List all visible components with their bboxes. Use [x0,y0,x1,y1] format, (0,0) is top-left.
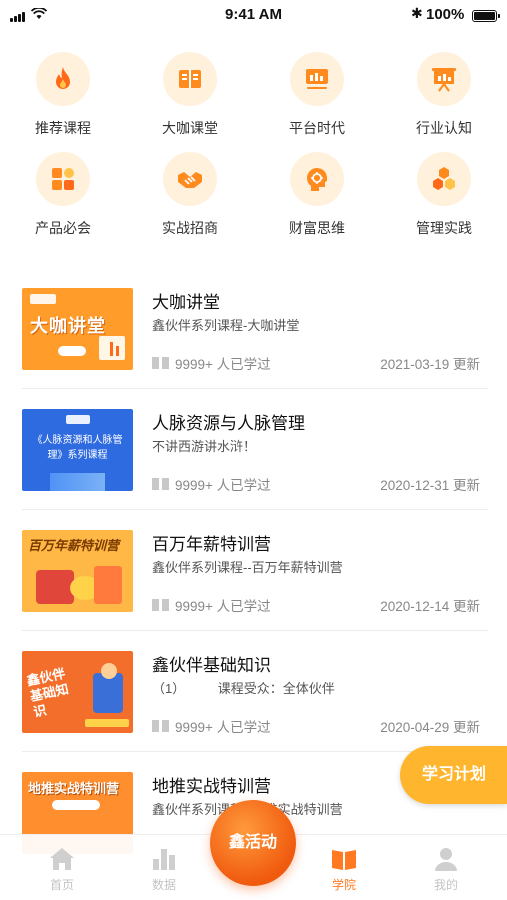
course-title: 大咖讲堂 [152,293,220,312]
course-subtitle: （1） 课程受众：全体伙伴 [152,681,335,696]
course-subtitle: 鑫伙伴系列课程-大咖讲堂 [152,318,300,333]
tab-academy[interactable]: 学院 [304,845,384,893]
status-bar: 9:41 AM ✱ 100% [0,0,507,32]
course-subtitle: 鑫伙伴系列课程--百万年薪特训营 [152,560,343,575]
book-open-icon [152,478,169,490]
hexagon-icon [417,152,471,206]
activity-center-button[interactable]: 鑫活动 [210,800,296,886]
course-item[interactable]: 鑫伙伴基础知识 鑫伙伴基础知识 （1） 课程受众：全体伙伴 9999+ 人已学过… [22,631,488,752]
bar-chart-icon [153,849,175,870]
learner-count-text: 9999+ 人已学过 [175,720,271,735]
tab-label: 首页 [49,878,74,892]
home-icon [50,848,74,870]
update-date: 2020-12-14 更新 [380,599,480,614]
learner-count-text: 9999+ 人已学过 [175,478,271,493]
course-thumbnail: 百万年薪特训营 [22,530,133,612]
tab-data[interactable]: 数据 [124,845,204,893]
course-item[interactable]: 大咖讲堂 大咖讲堂 鑫伙伴系列课程-大咖讲堂 9999+ 人已学过 2021-0… [22,268,488,389]
course-item[interactable]: 《人脉资源和人脉管理》系列课程 人脉资源与人脉管理 不讲西游讲水浒！ 9999+… [22,389,488,510]
learner-count-text: 9999+ 人已学过 [175,599,271,614]
book-open-icon [152,357,169,369]
category-label: 行业认知 [416,120,472,136]
category-label: 产品必会 [35,220,91,236]
category-master-class[interactable]: 大咖课堂 [135,44,245,142]
thumbnail-caption: 地推实战特训营 [28,782,120,797]
update-date: 2020-04-29 更新 [380,720,480,735]
learner-count: 9999+ 人已学过 [152,353,271,373]
category-label: 实战招商 [162,220,218,236]
tab-label: 学院 [331,878,356,892]
book-icon [163,52,217,106]
presentation-icon [417,52,471,106]
learner-count-text: 9999+ 人已学过 [175,357,271,372]
battery-icon [472,10,500,22]
course-thumbnail: 《人脉资源和人脉管理》系列课程 [22,409,133,491]
update-date: 2021-03-19 更新 [380,357,480,372]
category-industry[interactable]: 行业认知 [389,44,499,142]
course-subtitle: 不讲西游讲水浒！ [152,439,257,454]
category-grid: 推荐课程 大咖课堂 平台时代 行业认知 产品必会 实战招商 财富思维 管理实践 [0,44,507,254]
category-label: 大咖课堂 [162,120,218,136]
course-title: 百万年薪特训营 [152,535,271,554]
tab-mine[interactable]: 我的 [406,845,486,893]
handshake-icon [163,152,217,206]
book-open-icon [152,720,169,732]
thumbnail-caption: 百万年薪特训营 [28,539,120,554]
user-icon [435,848,457,871]
tab-label: 我的 [433,878,458,892]
category-management[interactable]: 管理实践 [389,144,499,242]
category-recruiting[interactable]: 实战招商 [135,144,245,242]
category-recommended[interactable]: 推荐课程 [8,44,118,142]
study-plan-button[interactable]: 学习计划 [400,746,507,804]
bluetooth-icon: ✱ [411,6,423,22]
category-label: 推荐课程 [35,120,91,136]
category-wealth-mindset[interactable]: 财富思维 [262,144,372,242]
open-book-icon [332,850,356,870]
category-product[interactable]: 产品必会 [8,144,118,242]
monitor-icon [290,52,344,106]
course-thumbnail: 大咖讲堂 [22,288,133,370]
update-date: 2020-12-31 更新 [380,478,480,493]
learner-count: 9999+ 人已学过 [152,474,271,494]
course-title: 鑫伙伴基础知识 [152,656,271,675]
thumbnail-caption: 《人脉资源和人脉管理》系列课程 [32,435,123,461]
grid-icon [36,152,90,206]
thumbnail-caption: 大咖讲堂 [30,316,106,337]
tab-label: 数据 [151,878,176,892]
course-item[interactable]: 百万年薪特训营 百万年薪特训营 鑫伙伴系列课程--百万年薪特训营 9999+ 人… [22,510,488,631]
battery-percent: 100% [426,6,465,23]
thumbnail-caption: 鑫伙伴基础知识 [25,666,71,721]
book-open-icon [152,599,169,611]
course-title: 人脉资源与人脉管理 [152,414,305,433]
course-thumbnail: 鑫伙伴基础知识 [22,651,133,733]
head-idea-icon [290,152,344,206]
category-platform-era[interactable]: 平台时代 [262,44,372,142]
course-title: 地推实战特训营 [152,777,271,796]
learner-count: 9999+ 人已学过 [152,595,271,615]
category-label: 财富思维 [289,220,345,236]
category-label: 管理实践 [416,220,472,236]
category-label: 平台时代 [289,120,345,136]
fire-icon [36,52,90,106]
learner-count: 9999+ 人已学过 [152,716,271,736]
tab-home[interactable]: 首页 [22,845,102,893]
